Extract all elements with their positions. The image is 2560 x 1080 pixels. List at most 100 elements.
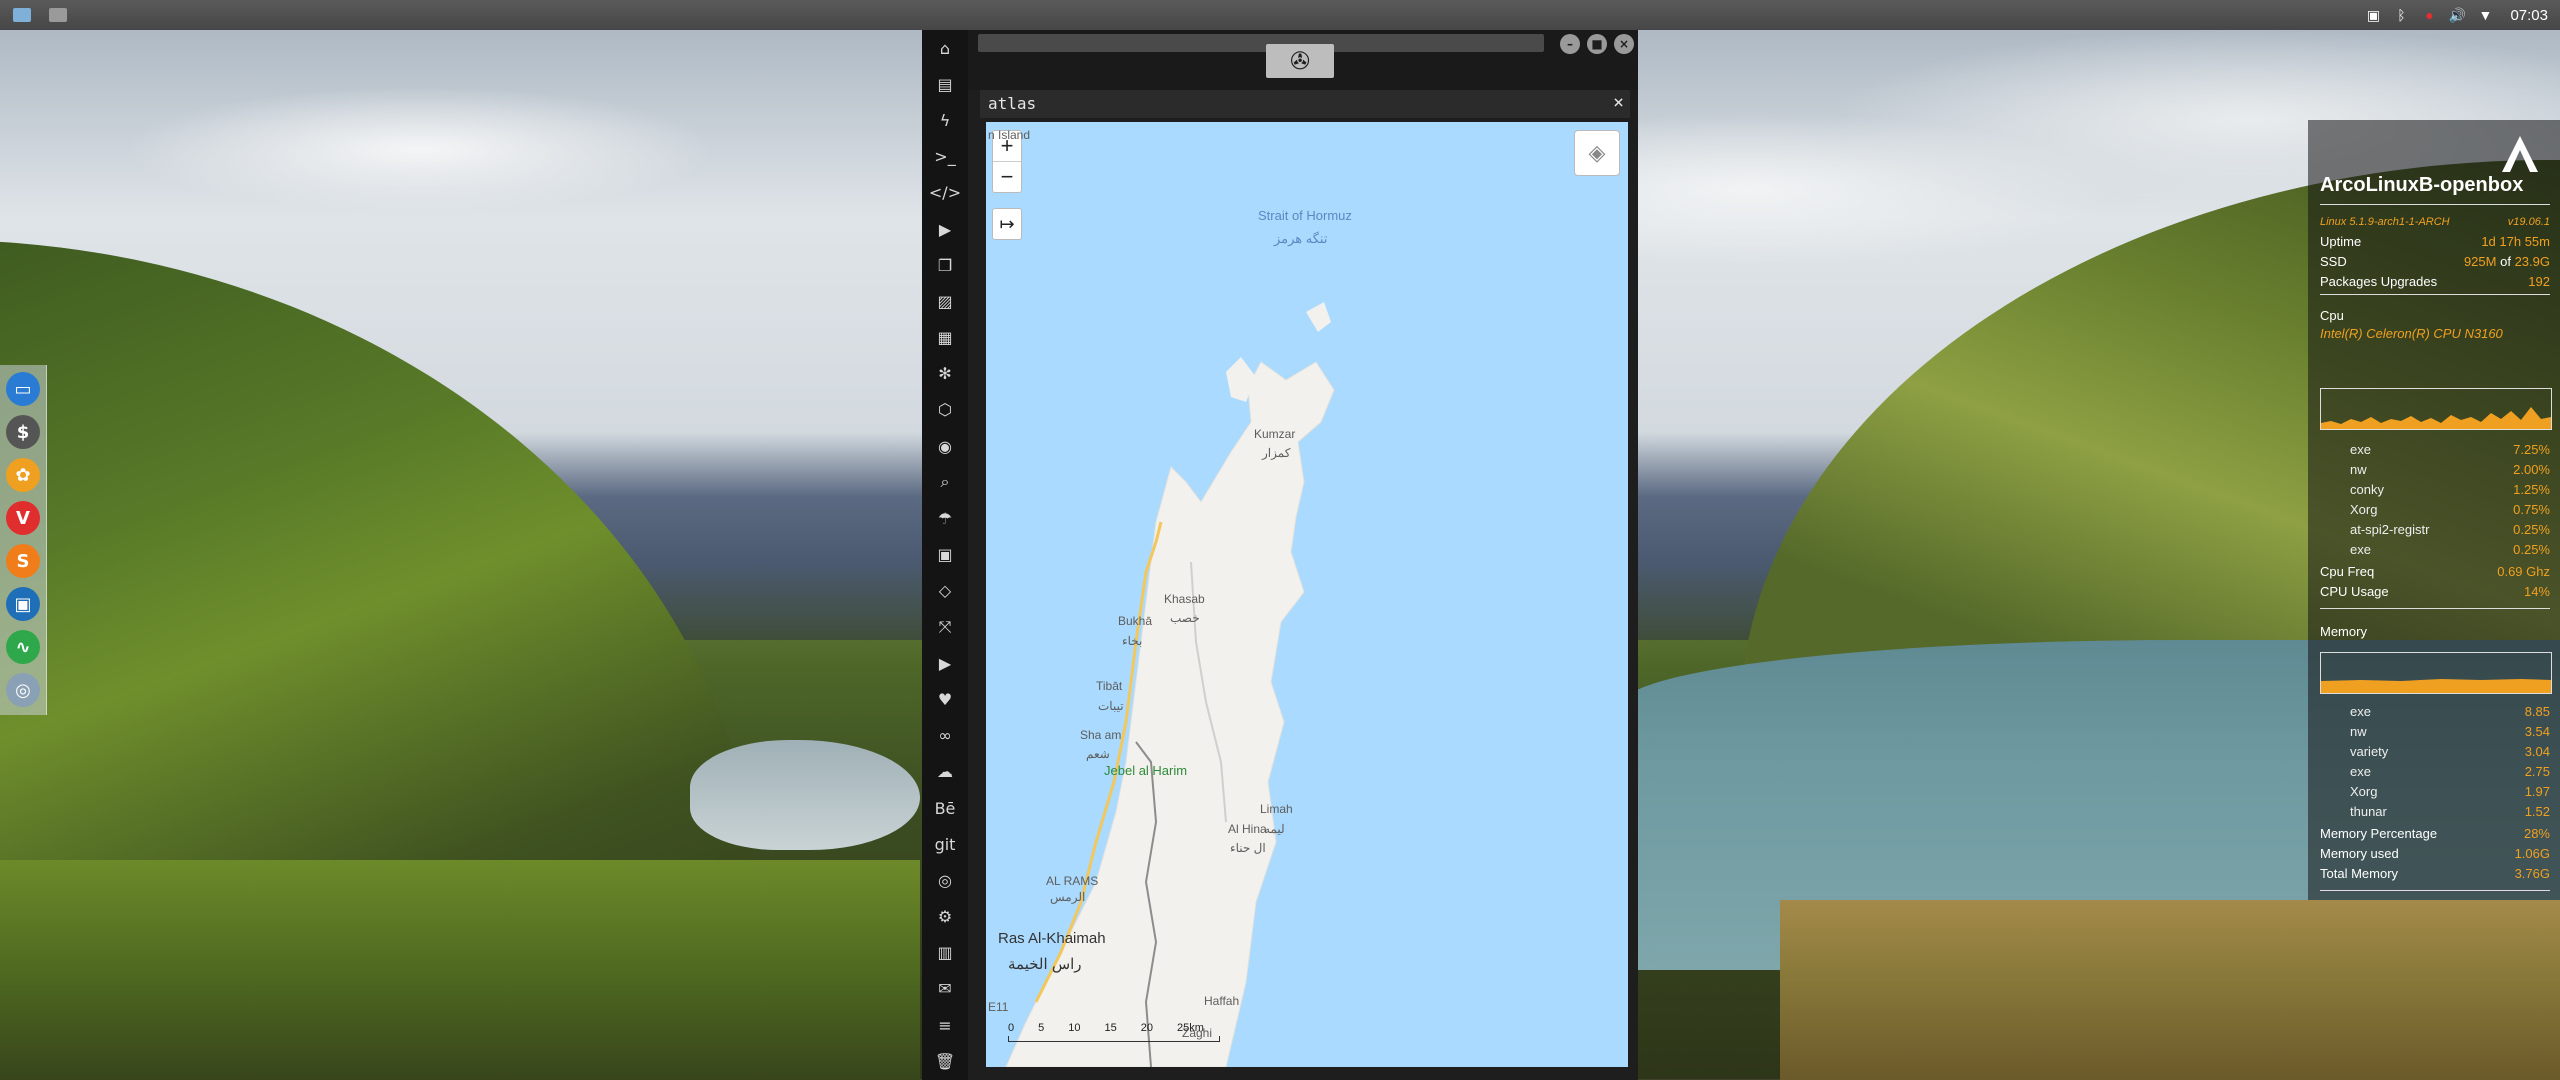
map-icon[interactable]: ▥ <box>922 935 968 971</box>
screenshot-icon[interactable]: ▣ <box>2364 5 2382 25</box>
map-label: Haffah <box>1204 993 1240 1008</box>
window-titlebar[interactable]: – ■ × ✇ <box>968 30 1638 90</box>
process-row: nw 3.54 <box>2350 724 2550 739</box>
cpu-model: Intel(R) Celeron(R) CPU N3160 <box>2320 326 2503 341</box>
maximize-button[interactable]: ■ <box>1587 34 1607 54</box>
process-name: thunar <box>2350 804 2387 819</box>
volume-icon[interactable]: 🔊 <box>2448 5 2466 25</box>
mem-used-row: Memory used 1.06G <box>2320 846 2550 861</box>
cpu-graph <box>2320 388 2552 430</box>
map-label: ال حناء <box>1230 841 1266 856</box>
screenshot-icon[interactable]: ▣ <box>6 587 40 621</box>
process-row: exe 7.25% <box>2350 442 2550 457</box>
taskbar-app-window[interactable] <box>44 4 72 26</box>
packages-row: Packages Upgrades 192 <box>2320 274 2550 289</box>
cpu-freq-value: 0.69 Ghz <box>2497 564 2550 579</box>
map-land <box>1005 302 1335 1067</box>
bolt-icon[interactable]: ϟ <box>922 102 968 138</box>
window-sidebar: ⌂ ▤ ϟ >_ </> ▶ ❐ ▨ ▦ ✻ ⬡ ◉ ⌕ ☂ ▣ ◇ ⤧ ▶ ♥ ∞ ☁ Bē git ◎ ⚙ ▥ ✉ ≡ 🗑 <box>922 30 968 1080</box>
search-icon[interactable]: ⌕ <box>922 464 968 500</box>
snowflake-icon[interactable]: ✻ <box>922 356 968 392</box>
settings-icon[interactable]: ✿ <box>6 458 40 492</box>
pane-title: atlas <box>988 94 1037 113</box>
mail-icon[interactable]: ✉ <box>922 971 968 1007</box>
arcolinux-logo-icon <box>2502 136 2538 172</box>
hostname: ArcoLinuxB-openbox <box>2320 174 2524 196</box>
route-button[interactable]: ↦ <box>992 208 1022 240</box>
wallpaper-meadow-right <box>1780 900 2560 1080</box>
bike-icon[interactable]: ⚙ <box>922 899 968 935</box>
process-row: exe 2.75 <box>2350 764 2550 779</box>
process-row: conky 1.25% <box>2350 482 2550 497</box>
process-value: 3.04 <box>2524 744 2550 759</box>
pane-header: atlas × <box>980 90 1630 118</box>
code-icon[interactable]: </> <box>922 175 968 211</box>
vivaldi-icon[interactable]: V <box>6 501 40 535</box>
infinity-icon[interactable]: ∞ <box>922 718 968 754</box>
github-icon[interactable]: ◎ <box>922 862 968 898</box>
zoom-out-button[interactable]: − <box>993 162 1021 192</box>
hexagon-icon[interactable]: ⬡ <box>922 392 968 428</box>
git-icon[interactable]: git <box>922 826 968 862</box>
youtube-icon[interactable]: ▶ <box>922 645 968 681</box>
map-label: Al Hina <box>1228 821 1267 836</box>
address-bar[interactable] <box>978 34 1544 52</box>
home-icon[interactable]: ⌂ <box>922 30 968 66</box>
umbrella-icon[interactable]: ☂ <box>922 500 968 536</box>
map-label: Bukhā <box>1118 614 1153 629</box>
contact-icon[interactable]: ▣ <box>922 537 968 573</box>
map-view[interactable]: + − ↦ ◈ n Island Strait of Hormuz تنگه هرم… <box>986 122 1628 1067</box>
sublime-icon[interactable]: S <box>6 544 40 578</box>
process-value: 0.25% <box>2513 542 2550 557</box>
process-name: nw <box>2350 462 2367 477</box>
heart-icon[interactable]: ♥ <box>922 681 968 717</box>
process-row: exe 8.85 <box>2350 704 2550 719</box>
layers-button[interactable]: ◈ <box>1574 130 1620 176</box>
map-label: Strait of Hormuz <box>1258 208 1352 224</box>
globe-icon[interactable]: ◉ <box>922 428 968 464</box>
map-label: Khasab <box>1164 591 1205 606</box>
process-row: thunar 1.52 <box>2350 804 2550 819</box>
image-icon[interactable]: ▨ <box>922 283 968 319</box>
memory-title: Memory <box>2320 624 2367 639</box>
process-name: exe <box>2350 704 2371 719</box>
divider <box>2320 890 2550 891</box>
map-label: Kumzar <box>1254 426 1296 441</box>
play-icon[interactable]: ▶ <box>922 211 968 247</box>
mem-used-value: 1.06G <box>2514 846 2550 861</box>
copy-icon[interactable]: ❐ <box>922 247 968 283</box>
process-name: conky <box>2350 482 2384 497</box>
process-name: Xorg <box>2350 502 2378 517</box>
globe-icon[interactable]: ◎ <box>6 673 40 707</box>
behance-icon[interactable]: Bē <box>922 790 968 826</box>
server-icon[interactable]: ≡ <box>922 1007 968 1043</box>
uptime-value: 1d 17h 55m <box>2481 234 2550 249</box>
scale-label: 15 <box>1104 1022 1117 1034</box>
pane-close-button[interactable]: × <box>1613 92 1624 113</box>
kernel-row: Linux 5.1.9-arch1-1-ARCH v19.06.1 <box>2320 216 2550 228</box>
notification-icon[interactable]: ● <box>2420 5 2438 25</box>
map-label: n Island <box>988 128 1031 143</box>
divider <box>2320 294 2550 295</box>
process-row: nw 2.00% <box>2350 462 2550 477</box>
cloud-icon[interactable]: ☁ <box>922 754 968 790</box>
cpu-freq-label: Cpu Freq <box>2320 564 2375 579</box>
terminal-icon[interactable]: >_ <box>922 139 968 175</box>
document-icon[interactable]: ▤ <box>922 66 968 102</box>
process-value: 0.75% <box>2513 502 2550 517</box>
bluetooth-icon[interactable]: ᛒ <box>2392 5 2410 25</box>
wifi-icon[interactable]: ▼ <box>2476 5 2494 25</box>
close-button[interactable]: × <box>1614 34 1634 54</box>
trash-icon[interactable]: 🗑 <box>922 1043 968 1079</box>
minimize-button[interactable]: – <box>1560 34 1580 54</box>
terminal-icon[interactable]: $ <box>6 415 40 449</box>
clock[interactable]: 07:03 <box>2510 5 2548 25</box>
expand-icon[interactable]: ⤧ <box>922 609 968 645</box>
process-name: variety <box>2350 744 2389 759</box>
packages-label: Packages Upgrades <box>2320 274 2438 289</box>
news-icon[interactable]: ▦ <box>922 320 968 356</box>
transfer-icon[interactable]: ◇ <box>922 573 968 609</box>
system-monitor-icon[interactable]: ∿ <box>6 630 40 664</box>
taskbar-app-file-manager[interactable] <box>8 4 36 26</box>
file-manager-icon[interactable]: ▭ <box>6 372 40 406</box>
